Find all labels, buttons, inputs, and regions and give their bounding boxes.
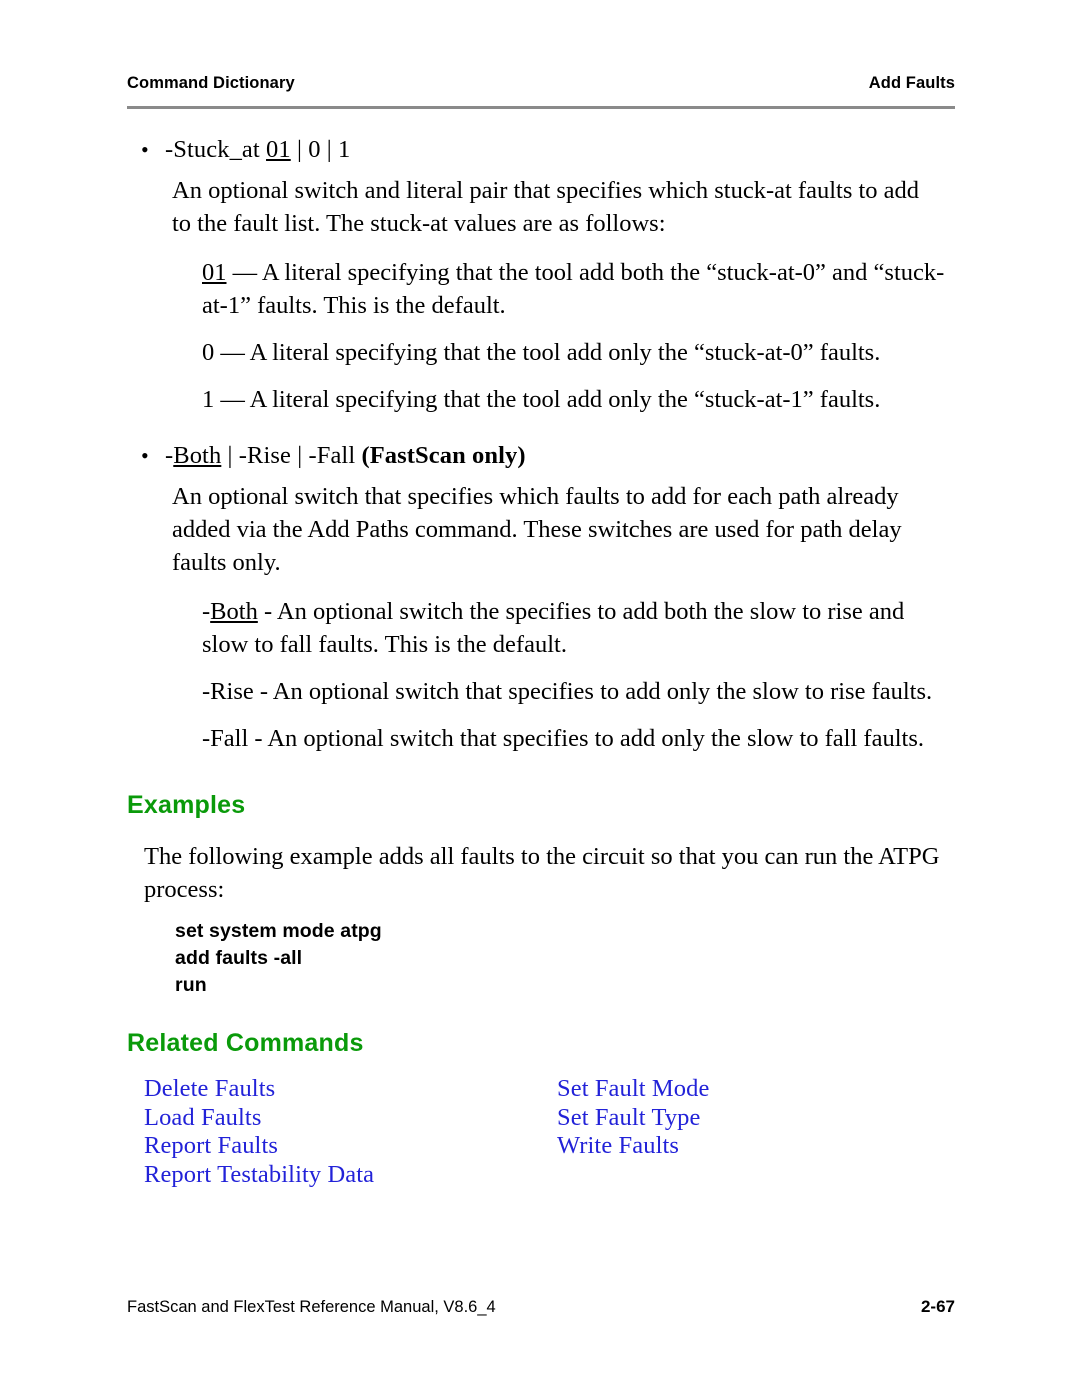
literal-name-1: 1 xyxy=(202,386,215,413)
literal-name-01: 01 xyxy=(202,259,227,286)
literal-text-rise: - An optional switch that specifies to a… xyxy=(253,678,933,705)
related-command-link[interactable]: Load Faults xyxy=(144,1104,374,1133)
literal-prefix-fall: - xyxy=(202,725,211,752)
bullet-marker-icon: • xyxy=(141,137,149,162)
bullet-marker-icon: • xyxy=(141,443,149,468)
related-commands-list: Delete Faults Load Faults Report Faults … xyxy=(127,1075,927,1205)
switch-qualifier-fastscan-only: (FastScan only) xyxy=(361,442,526,469)
literal-description-01: 01 — A literal specifying that the tool … xyxy=(127,256,947,322)
related-command-link[interactable]: Set Fault Mode xyxy=(557,1075,709,1104)
document-page: Command Dictionary Add Faults • -Stuck_a… xyxy=(0,0,1080,1397)
switch-default-literal-both: Both xyxy=(173,442,222,469)
literal-description-1: 1 — A literal specifying that the tool a… xyxy=(127,383,947,416)
code-line: run xyxy=(175,974,207,996)
switch-signature-both-rise-fall: -Both | -Rise | -Fall (FastScan only) xyxy=(165,438,526,474)
section-heading-related-commands: Related Commands xyxy=(127,1029,364,1057)
related-command-link[interactable]: Report Faults xyxy=(144,1132,374,1161)
examples-intro-text: The following example adds all faults to… xyxy=(144,843,940,903)
literal-text-1: — A literal specifying that the tool add… xyxy=(214,386,881,413)
switch-signature-stuck-at: -Stuck_at 01 | 0 | 1 xyxy=(165,132,350,168)
literal-description-fall: -Fall - An optional switch that specifie… xyxy=(127,722,947,755)
related-command-link[interactable]: Write Faults xyxy=(557,1132,709,1161)
bullet-item-stuck-at: • -Stuck_at 01 | 0 | 1 xyxy=(127,132,967,168)
footer-manual-title: FastScan and FlexTest Reference Manual, … xyxy=(127,1298,496,1316)
running-header: Command Dictionary Add Faults xyxy=(127,74,955,93)
running-header-left: Command Dictionary xyxy=(127,74,295,92)
example-code-block: set system mode atpg add faults -all run xyxy=(127,918,967,999)
literal-name-both: Both xyxy=(210,598,258,625)
literal-name-fall: Fall xyxy=(210,725,249,752)
literal-name-rise: Rise xyxy=(210,678,254,705)
related-command-link[interactable]: Set Fault Type xyxy=(557,1104,709,1133)
related-command-link[interactable]: Report Testability Data xyxy=(144,1161,374,1190)
switch-alternatives-stuck-at: | 0 | 1 xyxy=(290,136,351,163)
literal-prefix-rise: - xyxy=(202,678,211,705)
section-heading-examples: Examples xyxy=(127,791,246,819)
code-line: set system mode atpg xyxy=(175,920,382,942)
literal-text-01: — A literal specifying that the tool add… xyxy=(202,259,945,319)
footer-page-number: 2-67 xyxy=(920,1297,955,1316)
related-commands-right-column: Set Fault Mode Set Fault Type Write Faul… xyxy=(557,1075,709,1161)
literal-description-rise: -Rise - An optional switch that specifie… xyxy=(127,675,947,708)
literal-description-0: 0 — A literal specifying that the tool a… xyxy=(127,336,947,369)
switch-alternatives-both: | -Rise | -Fall xyxy=(221,442,362,469)
running-header-right: Add Faults xyxy=(868,74,955,92)
related-commands-left-column: Delete Faults Load Faults Report Faults … xyxy=(144,1075,374,1189)
description-stuck-at: An optional switch and literal pair that… xyxy=(172,177,920,237)
literal-text-both: - An optional switch the specifies to ad… xyxy=(202,598,905,658)
code-line: add faults -all xyxy=(175,947,303,969)
bullet-item-both-rise-fall: • -Both | -Rise | -Fall (FastScan only) xyxy=(127,438,967,474)
literal-text-0: — A literal specifying that the tool add… xyxy=(214,339,881,366)
literal-prefix-both: - xyxy=(202,598,211,625)
related-command-link[interactable]: Delete Faults xyxy=(144,1075,374,1104)
switch-default-literal-stuck-at: 01 xyxy=(266,136,291,163)
description-both-rise-fall: An optional switch that specifies which … xyxy=(172,483,902,576)
header-divider-rule xyxy=(127,106,955,109)
literal-description-both: -Both - An optional switch the specifies… xyxy=(127,595,947,661)
literal-name-0: 0 xyxy=(202,339,215,366)
page-footer: FastScan and FlexTest Reference Manual, … xyxy=(127,1297,955,1317)
switch-name-stuck-at: -Stuck_at xyxy=(165,136,267,163)
literal-text-fall: - An optional switch that specifies to a… xyxy=(248,725,924,752)
page-content: • -Stuck_at 01 | 0 | 1 An optional switc… xyxy=(127,132,967,1205)
